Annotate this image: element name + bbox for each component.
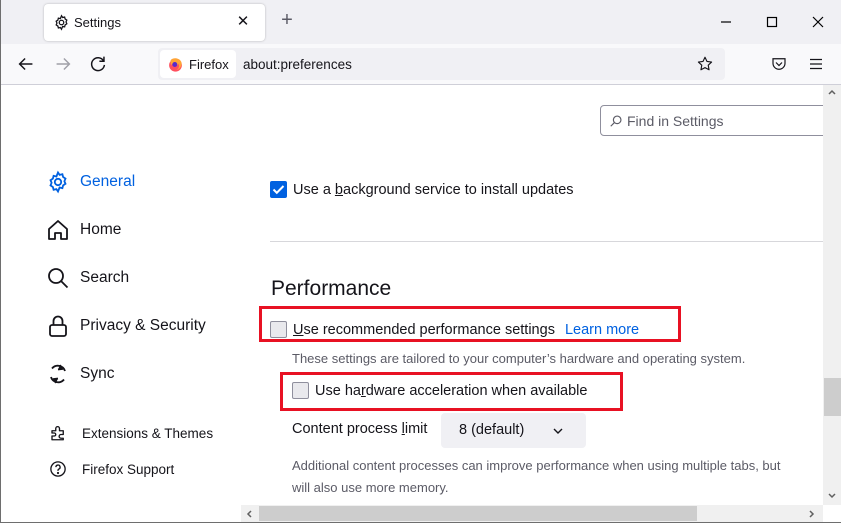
- content-process-limit-label: Content process limit: [292, 421, 428, 437]
- sync-icon: [50, 364, 66, 384]
- home-icon: [48, 220, 68, 240]
- background-service-label: Use a background service to install upda…: [293, 181, 574, 198]
- scroll-up-arrow-icon[interactable]: [827, 87, 837, 97]
- horizontal-scrollbar-thumb[interactable]: [259, 506, 697, 521]
- sidebar-item-firefox-support[interactable]: Firefox Support: [46, 454, 174, 484]
- identity-label: Firefox: [189, 57, 229, 72]
- sidebar-item-label: Extensions & Themes: [82, 425, 214, 441]
- tab-strip: Settings ✕ +: [1, 0, 841, 44]
- sidebar-item-privacy-security[interactable]: Privacy & Security: [46, 311, 206, 341]
- firefox-logo-icon: [169, 58, 182, 72]
- vertical-scrollbar[interactable]: [823, 85, 841, 505]
- minimize-icon[interactable]: [714, 10, 738, 34]
- navigation-toolbar: Firefox about:preferences: [1, 44, 841, 85]
- scroll-down-arrow-icon[interactable]: [827, 491, 837, 501]
- scroll-left-arrow-icon[interactable]: [244, 509, 254, 519]
- settings-main-pane: Use a background service to install upda…: [270, 85, 823, 503]
- back-arrow-icon[interactable]: [15, 53, 37, 75]
- close-tab-icon[interactable]: ✕: [235, 14, 251, 30]
- hardware-acceleration-checkbox-row[interactable]: Use hardware acceleration when available: [292, 382, 587, 399]
- pocket-icon[interactable]: [770, 55, 788, 73]
- maximize-icon[interactable]: [760, 10, 784, 34]
- lock-icon: [49, 315, 67, 337]
- gear-icon: [49, 170, 67, 194]
- sidebar-item-label: Firefox Support: [82, 461, 175, 477]
- forward-arrow-icon[interactable]: [52, 53, 74, 75]
- sidebar-item-search[interactable]: Search: [46, 263, 129, 293]
- sidebar-item-sync[interactable]: Sync: [46, 359, 114, 389]
- puzzle-icon: [51, 425, 64, 441]
- background-service-checkbox[interactable]: [270, 181, 287, 198]
- horizontal-scrollbar[interactable]: [241, 505, 823, 522]
- sidebar-item-home[interactable]: Home: [46, 215, 121, 245]
- url-bar[interactable]: Firefox about:preferences: [158, 48, 725, 80]
- help-icon: [50, 461, 66, 477]
- sidebar: General Home Search Privacy & Security S…: [2, 85, 252, 503]
- recommended-performance-checkbox-row[interactable]: Use recommended performance settings Lea…: [270, 321, 639, 338]
- checkmark-icon: [272, 185, 285, 195]
- gear-icon: [55, 14, 68, 31]
- tab-settings[interactable]: Settings ✕: [44, 4, 265, 41]
- background-service-checkbox-row[interactable]: Use a background service to install upda…: [270, 181, 574, 198]
- identity-box[interactable]: Firefox: [160, 50, 236, 78]
- sidebar-item-general[interactable]: General: [46, 167, 135, 197]
- content-process-limit-value: 8 (default): [459, 422, 525, 438]
- search-icon: [48, 268, 69, 289]
- recommended-performance-label: Use recommended performance settings: [293, 321, 555, 338]
- sidebar-item-label: Privacy & Security: [80, 317, 206, 334]
- browser-window: Settings ✕ + Firefox about:preferences F…: [0, 0, 841, 523]
- learn-more-link[interactable]: Learn more: [565, 322, 639, 338]
- scroll-right-arrow-icon[interactable]: [807, 509, 817, 519]
- sidebar-item-extensions-themes[interactable]: Extensions & Themes: [46, 418, 213, 448]
- content-process-description: Additional content processes can improve…: [292, 458, 781, 495]
- content-process-limit-select[interactable]: 8 (default): [441, 413, 586, 448]
- hamburger-menu-icon[interactable]: [807, 55, 825, 73]
- preferences-content: General Home Search Privacy & Security S…: [2, 85, 823, 503]
- recommended-performance-description: These settings are tailored to your comp…: [292, 351, 746, 366]
- recommended-performance-checkbox[interactable]: [270, 321, 287, 338]
- url-text[interactable]: about:preferences: [243, 57, 352, 72]
- sidebar-item-label: Sync: [80, 365, 115, 382]
- section-divider: [270, 241, 823, 242]
- sidebar-item-label: General: [80, 173, 136, 190]
- performance-heading: Performance: [271, 277, 392, 300]
- bookmark-star-icon[interactable]: [696, 55, 714, 73]
- sidebar-item-label: Home: [80, 221, 122, 238]
- new-tab-button[interactable]: +: [278, 10, 296, 30]
- chevron-down-icon: [553, 428, 563, 434]
- hardware-acceleration-checkbox[interactable]: [292, 382, 309, 399]
- close-window-icon[interactable]: [806, 10, 830, 34]
- sidebar-item-label: Search: [80, 269, 130, 286]
- hardware-acceleration-label: Use hardware acceleration when available: [315, 382, 588, 399]
- tab-title: Settings: [74, 15, 121, 30]
- reload-icon[interactable]: [87, 53, 109, 75]
- vertical-scrollbar-thumb[interactable]: [824, 378, 841, 416]
